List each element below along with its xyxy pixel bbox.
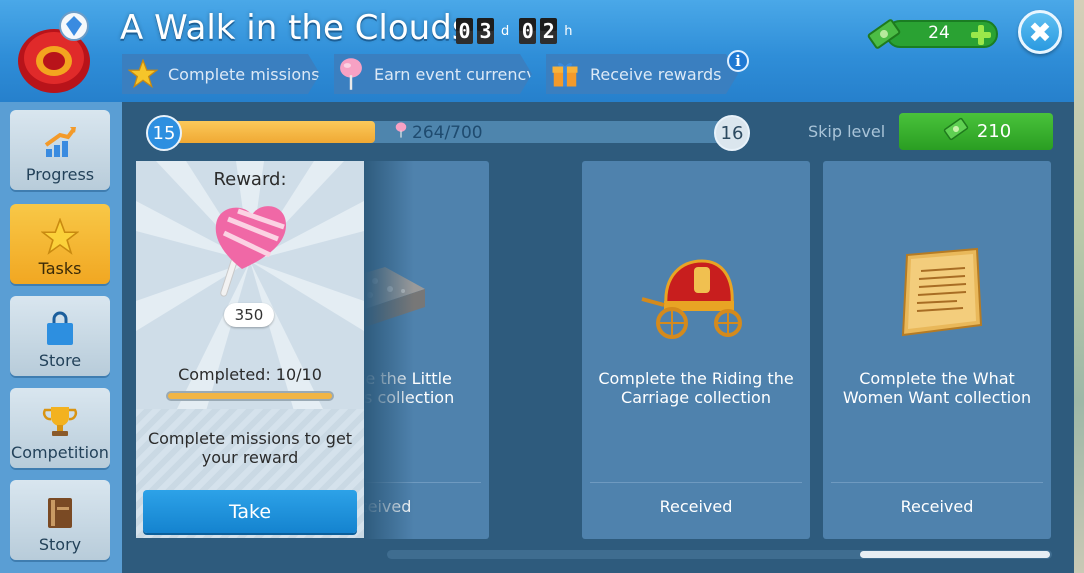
- star-icon: [40, 217, 80, 257]
- trophy-icon: [40, 401, 80, 441]
- currency-counter: 24: [864, 14, 1000, 52]
- skip-level-button[interactable]: 210: [899, 113, 1053, 150]
- sidebar-item-label: Story: [38, 535, 82, 554]
- timer-digit: 0: [456, 18, 473, 44]
- cards-fade-overlay: [364, 161, 414, 539]
- timer-unit: d: [501, 23, 510, 39]
- ring-box-logo-icon: [14, 6, 100, 96]
- carriage-icon: [636, 245, 756, 345]
- cash-icon: [864, 14, 904, 58]
- add-currency-button[interactable]: [968, 22, 994, 48]
- step-receive-rewards: Receive rewards: [546, 54, 738, 94]
- reward-amount: 350: [224, 303, 274, 327]
- sidebar-item-label: Store: [38, 351, 82, 370]
- sidebar-item-label: Progress: [25, 165, 95, 184]
- parchment-icon: [877, 245, 997, 345]
- progress-count-text: 264/700: [412, 122, 483, 143]
- completed-text: Completed: 10/10: [178, 365, 322, 384]
- step-label: Earn event currency: [374, 64, 536, 84]
- reward-panel: Reward: 350 Completed: 10/10 Complete mi…: [136, 161, 364, 538]
- timer-digit: 2: [540, 18, 558, 44]
- step-label: Receive rewards: [590, 64, 722, 84]
- close-button[interactable]: ✖: [1018, 10, 1062, 54]
- step-label: Complete missions: [168, 64, 320, 84]
- reward-title: Reward:: [213, 169, 287, 190]
- progress-fill: [160, 121, 375, 143]
- sidebar-item-label: Competition: [11, 443, 109, 462]
- level-progress-bar: 264/700 15 16: [146, 115, 750, 151]
- currency-value: 24: [928, 23, 950, 43]
- sidebar-item-tasks[interactable]: Tasks: [10, 204, 110, 284]
- cotton-candy-icon: [336, 57, 366, 91]
- lollipop-icon: [208, 199, 292, 305]
- sidebar-item-label: Tasks: [38, 259, 82, 278]
- shopping-bag-icon: [40, 309, 80, 349]
- timer-digit: 0: [519, 18, 537, 44]
- star-icon: [126, 57, 160, 91]
- cotton-candy-icon: [394, 121, 408, 144]
- current-level-badge: 15: [146, 115, 182, 151]
- step-earn-currency: Earn event currency: [334, 54, 532, 94]
- task-status: Received: [659, 497, 733, 516]
- sidebar-item-progress[interactable]: Progress: [10, 110, 110, 190]
- next-level-badge: 16: [714, 115, 750, 151]
- scrollbar-thumb[interactable]: [860, 551, 1050, 558]
- progress-chart-icon: [40, 123, 80, 163]
- skip-level-label: Skip level: [808, 122, 886, 141]
- book-icon: [40, 493, 80, 533]
- background-map: [1074, 0, 1084, 573]
- countdown-timer: 0 3 d 0 2 h: [456, 18, 579, 44]
- event-header: A Walk in the Clouds 0 3 d 0 2 h Complet…: [0, 0, 1084, 102]
- task-cards[interactable]: Complete the Little Tragedies collection…: [364, 161, 1054, 539]
- skip-cost: 210: [976, 121, 1012, 142]
- task-card: Complete the What Women Want collection …: [823, 161, 1051, 539]
- timer-digit: 3: [477, 18, 494, 44]
- info-button[interactable]: i: [727, 50, 749, 72]
- task-card: Complete the Riding the Carriage collect…: [582, 161, 810, 539]
- timer-unit: h: [564, 23, 573, 39]
- completion-bar: [166, 391, 334, 401]
- card-divider: [831, 482, 1043, 483]
- sidebar-item-story[interactable]: Story: [10, 480, 110, 560]
- step-complete-missions: Complete missions: [122, 54, 320, 94]
- reward-hint: Complete missions to get your reward: [147, 429, 353, 467]
- task-text: Complete the Riding the Carriage collect…: [598, 369, 794, 407]
- gift-icon: [548, 57, 582, 91]
- take-button[interactable]: Take: [143, 490, 357, 533]
- card-divider: [590, 482, 802, 483]
- task-status: Received: [900, 497, 974, 516]
- event-title: A Walk in the Clouds: [120, 8, 470, 48]
- sidebar-item-competition[interactable]: Competition: [10, 388, 110, 468]
- sidebar-item-store[interactable]: Store: [10, 296, 110, 376]
- task-text: Complete the What Women Want collection: [842, 369, 1032, 407]
- progress-count: 264/700: [394, 121, 483, 144]
- cash-icon: [941, 114, 971, 149]
